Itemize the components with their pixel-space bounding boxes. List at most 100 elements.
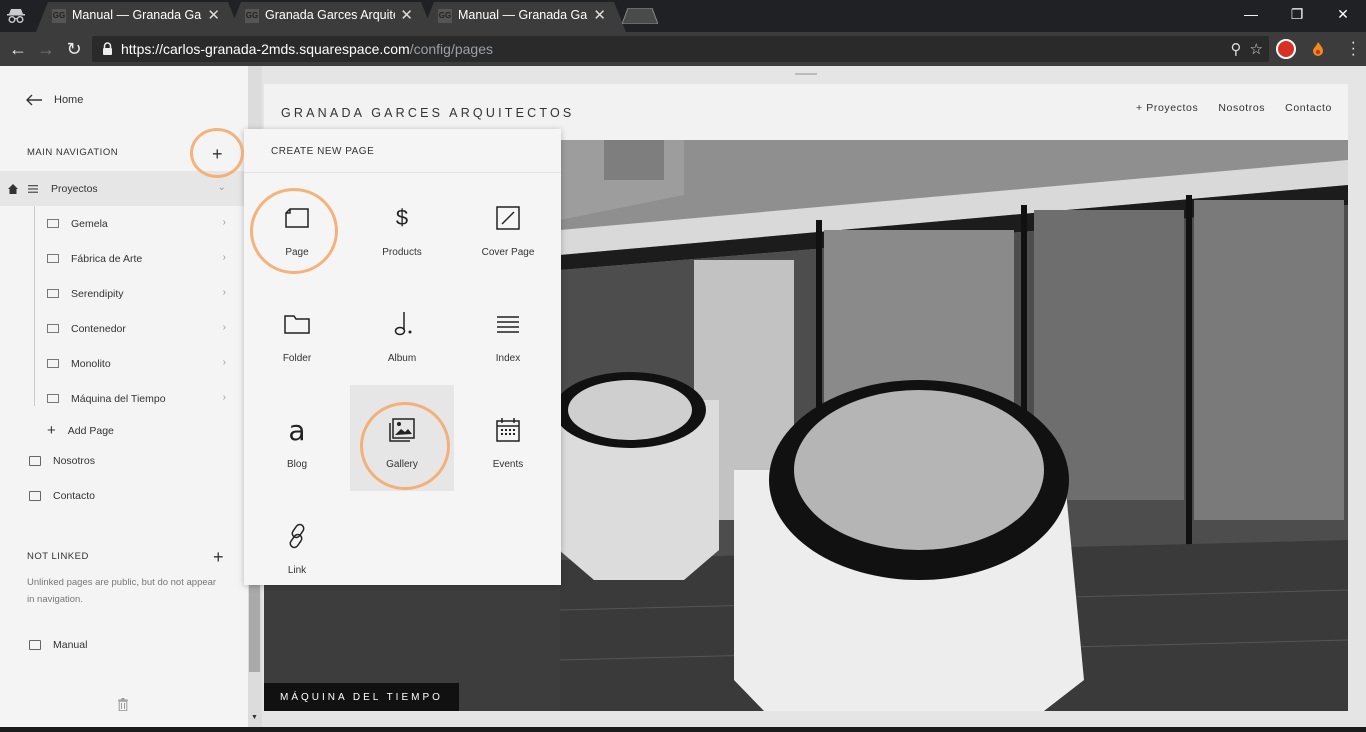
chevron-right-icon[interactable]: ›	[223, 217, 226, 228]
chevron-right-icon[interactable]: ›	[223, 322, 226, 333]
site-nav-proyectos[interactable]: + Proyectos	[1136, 102, 1198, 114]
new-tab-button[interactable]	[622, 8, 658, 24]
minimize-button[interactable]: —	[1228, 0, 1274, 28]
page-icon	[29, 490, 41, 501]
zoom-icon[interactable]: ⚲	[1231, 40, 1242, 58]
chevron-right-icon[interactable]: ›	[223, 287, 226, 298]
squarespace-editor: Home MAIN NAVIGATION + Proyectos ⌄ Gemel…	[0, 66, 1366, 732]
nav-item-nosotros[interactable]: Nosotros	[0, 443, 248, 478]
subpage-label: Gemela	[71, 217, 108, 230]
subpage-monolito[interactable]: Monolito ›	[0, 346, 248, 381]
page-icon	[29, 639, 41, 650]
tab-close-icon[interactable]: ✕	[207, 6, 220, 24]
browser-tab-3[interactable]: GG Manual — Granada Garces Arquitectos ✕	[422, 0, 626, 32]
opera-extension-icon[interactable]	[1276, 39, 1296, 59]
create-folder-tile[interactable]: Folder	[245, 279, 349, 385]
tab-close-icon[interactable]: ✕	[593, 6, 606, 24]
address-bar[interactable]: https://carlos-granada-2mds.squarespace.…	[92, 36, 1269, 62]
gallery-page-icon	[47, 254, 59, 263]
nav-item-manual[interactable]: Manual	[0, 627, 248, 662]
tile-label: Cover Page	[481, 247, 535, 258]
sidebar-scrollbar-thumb[interactable]	[249, 578, 260, 672]
url-text: https://carlos-granada-2mds.squarespace.…	[121, 41, 493, 57]
tile-label: Album	[387, 353, 417, 364]
subpage-serendipity[interactable]: Serendipity ›	[0, 276, 248, 311]
site-title[interactable]: GRANADA GARCES ARQUITECTOS	[281, 106, 574, 120]
pages-sidebar: Home MAIN NAVIGATION + Proyectos ⌄ Gemel…	[0, 66, 248, 732]
calendar-icon	[496, 415, 520, 445]
site-nav-nosotros[interactable]: Nosotros	[1218, 102, 1265, 114]
tab-title: Manual — Granada Garces Arquitectos	[458, 8, 588, 22]
restore-button[interactable]: ❐	[1274, 0, 1320, 28]
browser-menu-icon[interactable]: · · ·	[1351, 35, 1356, 63]
add-not-linked-plus-icon[interactable]: +	[213, 548, 224, 566]
subpage-fabrica-de-arte[interactable]: Fábrica de Arte ›	[0, 241, 248, 276]
slide-caption[interactable]: MÁQUINA DEL TIEMPO	[264, 683, 459, 711]
browser-tab-2[interactable]: GG Granada Garces Arquitectos ✕	[229, 0, 433, 32]
cover-page-icon	[496, 203, 520, 233]
folder-icon	[284, 309, 310, 339]
nav-item-label: Manual	[53, 638, 88, 651]
gallery-page-icon	[47, 219, 59, 228]
bottom-edge	[0, 727, 1366, 732]
home-back-link[interactable]: Home	[26, 94, 83, 106]
subpage-label: Serendipity	[71, 287, 124, 300]
lock-icon	[103, 42, 112, 55]
not-linked-note: Unlinked pages are public, but do not ap…	[27, 577, 217, 605]
chevron-right-icon[interactable]: ›	[223, 392, 226, 403]
create-link-tile[interactable]: Link	[245, 491, 349, 585]
browser-tab-1[interactable]: GG Manual — Granada Garces Arquitectos ✕	[36, 0, 240, 32]
site-nav-contacto[interactable]: Contacto	[1285, 102, 1332, 114]
trash-icon[interactable]	[118, 698, 128, 711]
create-blog-tile[interactable]: a Blog	[245, 385, 349, 491]
music-note-icon	[391, 309, 413, 339]
gallery-page-icon	[47, 289, 59, 298]
forward-arrow-icon[interactable]: →	[33, 36, 59, 62]
create-events-tile[interactable]: Events	[456, 385, 560, 491]
create-page-tile[interactable]: Page	[245, 173, 349, 279]
create-index-tile[interactable]: Index	[456, 279, 560, 385]
subpage-maquina-del-tiempo[interactable]: Máquina del Tiempo ›	[0, 381, 248, 416]
create-cover-page-tile[interactable]: Cover Page	[456, 173, 560, 279]
fire-extension-icon[interactable]	[1308, 39, 1328, 59]
tile-label: Blog	[286, 459, 307, 470]
preview-drag-handle[interactable]	[795, 73, 817, 75]
subpage-gemela[interactable]: Gemela ›	[0, 206, 248, 241]
create-products-tile[interactable]: $ Products	[350, 173, 454, 279]
tab-close-icon[interactable]: ✕	[400, 6, 413, 24]
incognito-icon	[7, 9, 25, 23]
create-gallery-tile[interactable]: Gallery	[350, 385, 454, 491]
tile-label: Folder	[282, 353, 312, 364]
nav-item-label: Nosotros	[53, 454, 96, 467]
plus-icon: +	[47, 422, 56, 439]
add-main-nav-plus-icon[interactable]: +	[212, 145, 223, 163]
site-navigation: + Proyectos Nosotros Contacto	[1136, 102, 1332, 114]
chevron-down-icon[interactable]: ⌄	[218, 182, 226, 193]
tab-title: Granada Garces Arquitectos	[265, 8, 395, 22]
gallery-page-icon	[47, 359, 59, 368]
scroll-down-arrow-icon[interactable]: ▼	[251, 714, 258, 721]
chevron-right-icon[interactable]: ›	[223, 357, 226, 368]
page-icon	[29, 455, 41, 466]
bookmark-star-icon[interactable]: ☆	[1250, 40, 1263, 58]
subpage-contenedor[interactable]: Contenedor ›	[0, 311, 248, 346]
subpage-label: Fábrica de Arte	[71, 252, 143, 265]
nav-item-proyectos[interactable]: Proyectos ⌄	[0, 171, 248, 206]
subpage-label: Contenedor	[71, 322, 126, 335]
url-path: /config/pages	[409, 41, 493, 57]
nav-item-contacto[interactable]: Contacto	[0, 478, 248, 513]
blog-letter-icon: a	[288, 413, 306, 447]
tile-label: Link	[287, 565, 307, 576]
reload-icon[interactable]: ↻	[61, 36, 87, 62]
not-linked-title: NOT LINKED	[27, 551, 89, 562]
create-album-tile[interactable]: Album	[350, 279, 454, 385]
chevron-right-icon[interactable]: ›	[223, 252, 226, 263]
tab-favicon: GG	[438, 9, 452, 23]
add-page-label: Add Page	[67, 424, 114, 437]
nav-item-label: Contacto	[53, 489, 96, 502]
gallery-page-icon	[47, 394, 59, 403]
tab-favicon: GG	[245, 9, 259, 23]
close-window-button[interactable]: ✕	[1320, 0, 1366, 28]
dollar-icon: $	[395, 205, 409, 230]
back-arrow-icon[interactable]: ←	[5, 36, 31, 62]
